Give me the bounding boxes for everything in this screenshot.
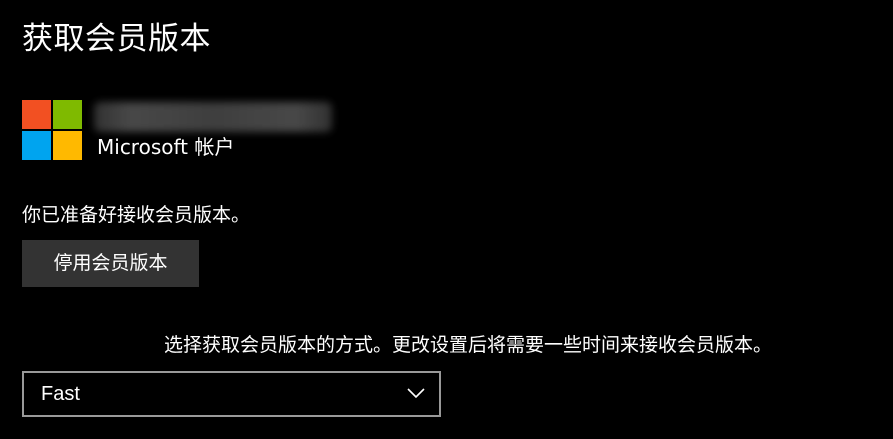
stop-insider-button[interactable]: 停用会员版本 [22, 240, 199, 287]
page-title: 获取会员版本 [22, 21, 211, 57]
account-name-redacted [94, 102, 332, 132]
ready-status-text: 你已准备好接收会员版本。 [22, 204, 251, 226]
microsoft-logo-icon [22, 100, 82, 161]
logo-yellow-square [53, 131, 82, 160]
pace-selected-value: Fast [41, 383, 80, 405]
method-description: 选择获取会员版本的方式。更改设置后将需要一些时间来接收会员版本。 [164, 334, 773, 356]
insider-settings-page: 获取会员版本 Microsoft 帐户 你已准备好接收会员版本。 停用会员版本 … [0, 0, 893, 439]
account-type-label: Microsoft 帐户 [97, 135, 235, 159]
logo-green-square [53, 100, 82, 129]
logo-red-square [22, 100, 51, 129]
chevron-down-icon [407, 388, 425, 399]
logo-blue-square [22, 131, 51, 160]
pace-dropdown[interactable]: Fast [22, 371, 441, 417]
account-block: Microsoft 帐户 [22, 100, 352, 162]
